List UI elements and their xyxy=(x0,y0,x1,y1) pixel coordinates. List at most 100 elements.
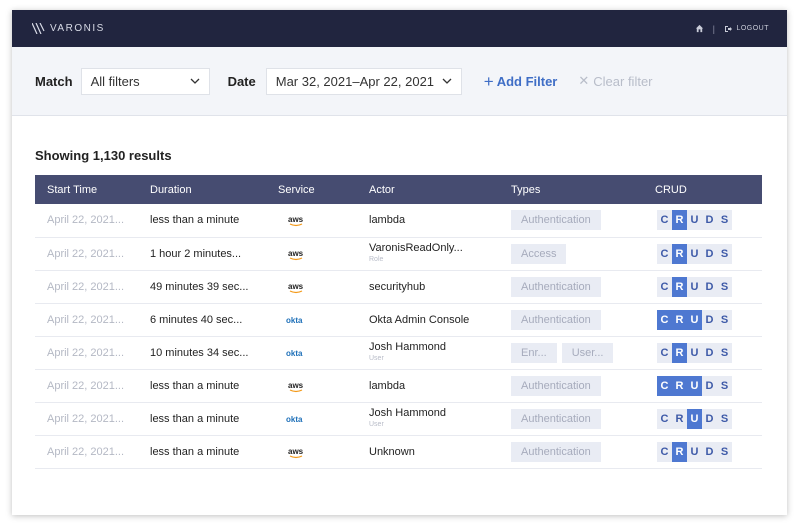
types-cell: Enr... User... xyxy=(511,336,655,370)
crud-letter: S xyxy=(717,408,732,429)
actor-type: User xyxy=(369,420,384,428)
filter-bar: Match All filters Date Mar 32, 2021–Apr … xyxy=(12,47,787,116)
crud-cell: CRUDS xyxy=(655,270,762,304)
table-body: April 22, 2021... less than a minute aws la… xyxy=(35,204,762,469)
close-icon: ✕ xyxy=(578,73,590,88)
table-row[interactable]: April 22, 2021... 10 minutes 34 sec... okt… xyxy=(35,336,762,370)
aws-logo-icon: aws xyxy=(288,380,304,393)
crud-cell: CRUDS xyxy=(655,435,762,469)
results-count: Showing 1,130 results xyxy=(35,148,172,163)
crud-letter: U xyxy=(687,309,702,330)
table-row[interactable]: April 22, 2021... less than a minute aws la… xyxy=(35,204,762,238)
start-time-cell: April 22, 2021... xyxy=(35,270,150,304)
logout-icon[interactable] xyxy=(724,25,733,33)
crud-letter: S xyxy=(717,441,732,462)
crud-letter: U xyxy=(687,441,702,462)
home-icon[interactable] xyxy=(695,24,704,33)
crud-letter: D xyxy=(702,309,717,330)
start-time-cell: April 22, 2021... xyxy=(35,336,150,370)
match-select-value: All filters xyxy=(90,73,140,89)
types-cell: Authentication xyxy=(511,270,655,304)
service-name: okta xyxy=(286,348,303,358)
crud-letter: R xyxy=(672,375,687,396)
crud-letter: U xyxy=(687,375,702,396)
type-tag[interactable]: Authentication xyxy=(511,309,601,330)
table-row[interactable]: April 22, 2021... less than a minute okta J… xyxy=(35,402,762,436)
column-header-types[interactable]: Types xyxy=(511,175,655,204)
actor-cell: Unknown xyxy=(369,435,511,469)
crud-indicator: CRUDS xyxy=(657,243,732,264)
column-header-service[interactable]: Service xyxy=(278,175,369,204)
chevron-down-icon xyxy=(190,78,200,84)
add-filter-label: Add Filter xyxy=(496,73,558,89)
actor-cell: Josh Hammond User xyxy=(369,336,511,370)
type-tag[interactable]: Authentication xyxy=(511,408,601,429)
crud-letter: S xyxy=(717,342,732,363)
add-filter-button[interactable]: + Add Filter xyxy=(484,73,558,90)
type-tag[interactable]: Authentication xyxy=(511,375,601,396)
column-header-actor[interactable]: Actor xyxy=(369,175,511,204)
crud-letter: D xyxy=(702,342,717,363)
table-row[interactable]: April 22, 2021... 49 minutes 39 sec... aws… xyxy=(35,270,762,304)
types-cell: Authentication xyxy=(511,204,655,238)
top-bar: VARONIS | LOGOUT xyxy=(12,10,787,47)
logout-link[interactable]: LOGOUT xyxy=(736,25,769,32)
crud-indicator: CRUDS xyxy=(657,375,732,396)
duration-cell: less than a minute xyxy=(150,204,278,238)
crud-letter: R xyxy=(672,276,687,297)
start-time-cell: April 22, 2021... xyxy=(35,204,150,238)
service-name: okta xyxy=(286,315,303,325)
type-tag[interactable]: User... xyxy=(561,342,614,363)
type-tag[interactable]: Authentication xyxy=(511,276,601,297)
results-table: Start Time Duration Service Actor Types … xyxy=(35,175,762,469)
type-tag[interactable]: Authentication xyxy=(511,441,601,462)
actor-name: Josh Hammond xyxy=(369,406,447,419)
actor-name: lambda xyxy=(369,379,406,392)
duration-cell: 6 minutes 40 sec... xyxy=(150,303,278,337)
actor-cell: securityhub xyxy=(369,270,511,304)
crud-letter: U xyxy=(687,210,702,231)
table-row[interactable]: April 22, 2021... less than a minute aws la… xyxy=(35,369,762,403)
crud-letter: U xyxy=(687,342,702,363)
crud-letter: C xyxy=(657,243,672,264)
crud-letter: R xyxy=(672,243,687,264)
crud-letter: R xyxy=(672,210,687,231)
column-header-duration[interactable]: Duration xyxy=(150,175,278,204)
crud-letter: S xyxy=(717,309,732,330)
service-name: aws xyxy=(288,380,304,390)
start-time-cell: April 22, 2021... xyxy=(35,402,150,436)
table-row[interactable]: April 22, 2021... 1 hour 2 minutes... aws V… xyxy=(35,237,762,271)
table-header-row: Start Time Duration Service Actor Types … xyxy=(35,175,762,204)
okta-logo-icon: okta xyxy=(286,415,302,424)
start-time-cell: April 22, 2021... xyxy=(35,237,150,271)
service-cell: okta xyxy=(278,303,369,337)
types-cell: Access xyxy=(511,237,655,271)
column-header-start-time[interactable]: Start Time xyxy=(35,175,150,204)
table-row[interactable]: April 22, 2021... less than a minute aws Un… xyxy=(35,435,762,469)
clear-filter-button[interactable]: ✕ Clear filter xyxy=(578,73,652,89)
types-cell: Authentication xyxy=(511,303,655,337)
date-range-select[interactable]: Mar 32, 2021–Apr 22, 2021 xyxy=(265,67,462,95)
crud-letter: S xyxy=(717,210,732,231)
crud-letter: S xyxy=(717,375,732,396)
actor-name: Okta Admin Console xyxy=(369,313,470,326)
service-cell: aws xyxy=(278,237,369,271)
table-row[interactable]: April 22, 2021... 6 minutes 40 sec... okta… xyxy=(35,303,762,337)
type-tag[interactable]: Access xyxy=(511,243,567,264)
app-window: VARONIS | LOGOUT Match All filters Date … xyxy=(12,10,787,515)
crud-cell: CRUDS xyxy=(655,369,762,403)
type-tag[interactable]: Enr... xyxy=(511,342,557,363)
crud-indicator: CRUDS xyxy=(657,441,732,462)
crud-cell: CRUDS xyxy=(655,237,762,271)
crud-letter: U xyxy=(687,276,702,297)
type-tag[interactable]: Authentication xyxy=(511,210,601,231)
plus-icon: + xyxy=(483,71,494,91)
column-header-crud[interactable]: CRUD xyxy=(655,175,762,204)
service-name: okta xyxy=(286,414,303,424)
crud-letter: C xyxy=(657,309,672,330)
types-cell: Authentication xyxy=(511,369,655,403)
start-time-cell: April 22, 2021... xyxy=(35,303,150,337)
crud-letter: R xyxy=(672,441,687,462)
match-select[interactable]: All filters xyxy=(80,67,210,95)
crud-cell: CRUDS xyxy=(655,303,762,337)
